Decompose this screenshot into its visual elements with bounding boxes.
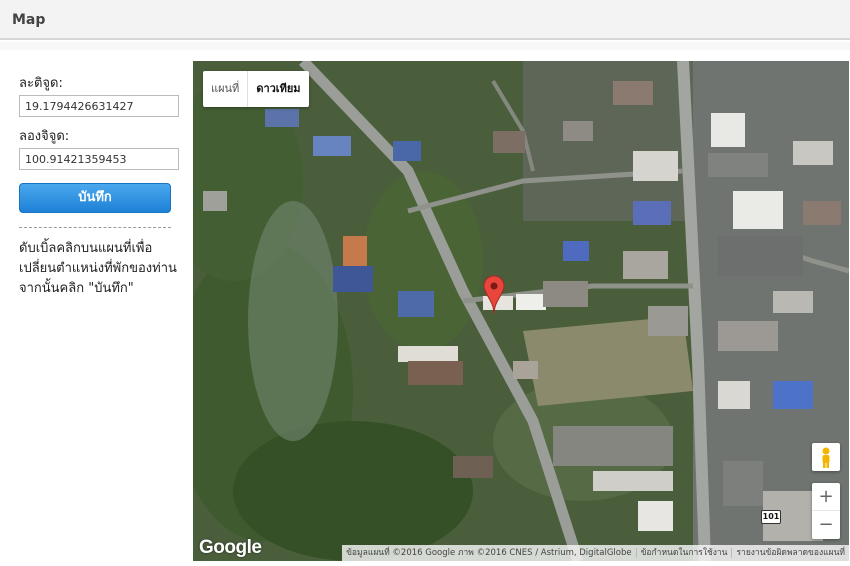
road-shield-badge: 101 xyxy=(761,510,781,524)
map-type-control: แผนที่ ดาวเทียม xyxy=(203,71,309,107)
zoom-control: + − xyxy=(812,483,840,539)
sidebar: ละติจูด: ลองจิจูด: บันทึก ดับเบิ้ลคลิกบน… xyxy=(0,50,192,566)
divider xyxy=(19,227,171,228)
map-type-map-button[interactable]: แผนที่ xyxy=(203,71,247,107)
map-canvas[interactable]: แผนที่ ดาวเทียม 101 + − Google ข้อมูลแผน… xyxy=(193,61,849,561)
header-divider xyxy=(0,42,850,50)
map-attribution: ข้อมูลแผนที่ ©2016 Google ภาพ ©2016 CNES… xyxy=(342,545,849,561)
longitude-label: ลองจิจูด: xyxy=(19,129,70,144)
longitude-field[interactable] xyxy=(19,148,179,170)
page-title: Map xyxy=(12,12,46,28)
terms-link[interactable]: ข้อกำหนดในการใช้งาน xyxy=(637,545,732,561)
pegman-icon[interactable] xyxy=(812,443,840,471)
latitude-field[interactable] xyxy=(19,95,179,117)
google-logo: Google xyxy=(199,537,262,558)
report-error-link[interactable]: รายงานข้อผิดพลาดของแผนที่ xyxy=(732,545,849,561)
map-type-satellite-button[interactable]: ดาวเทียม xyxy=(247,71,308,107)
satellite-imagery xyxy=(193,61,849,561)
zoom-in-button[interactable]: + xyxy=(812,483,840,511)
attribution-data: ข้อมูลแผนที่ ©2016 Google ภาพ ©2016 CNES… xyxy=(346,548,632,558)
header-bar: Map xyxy=(0,0,850,40)
help-text: ดับเบิ้ลคลิกบนแผนที่เพื่อเปลี่ยนตำแหน่งท… xyxy=(19,241,177,296)
save-button[interactable]: บันทึก xyxy=(19,183,171,213)
zoom-out-button[interactable]: − xyxy=(812,511,840,539)
latitude-label: ละติจูด: xyxy=(19,76,63,91)
map-pin-icon[interactable] xyxy=(483,275,505,315)
